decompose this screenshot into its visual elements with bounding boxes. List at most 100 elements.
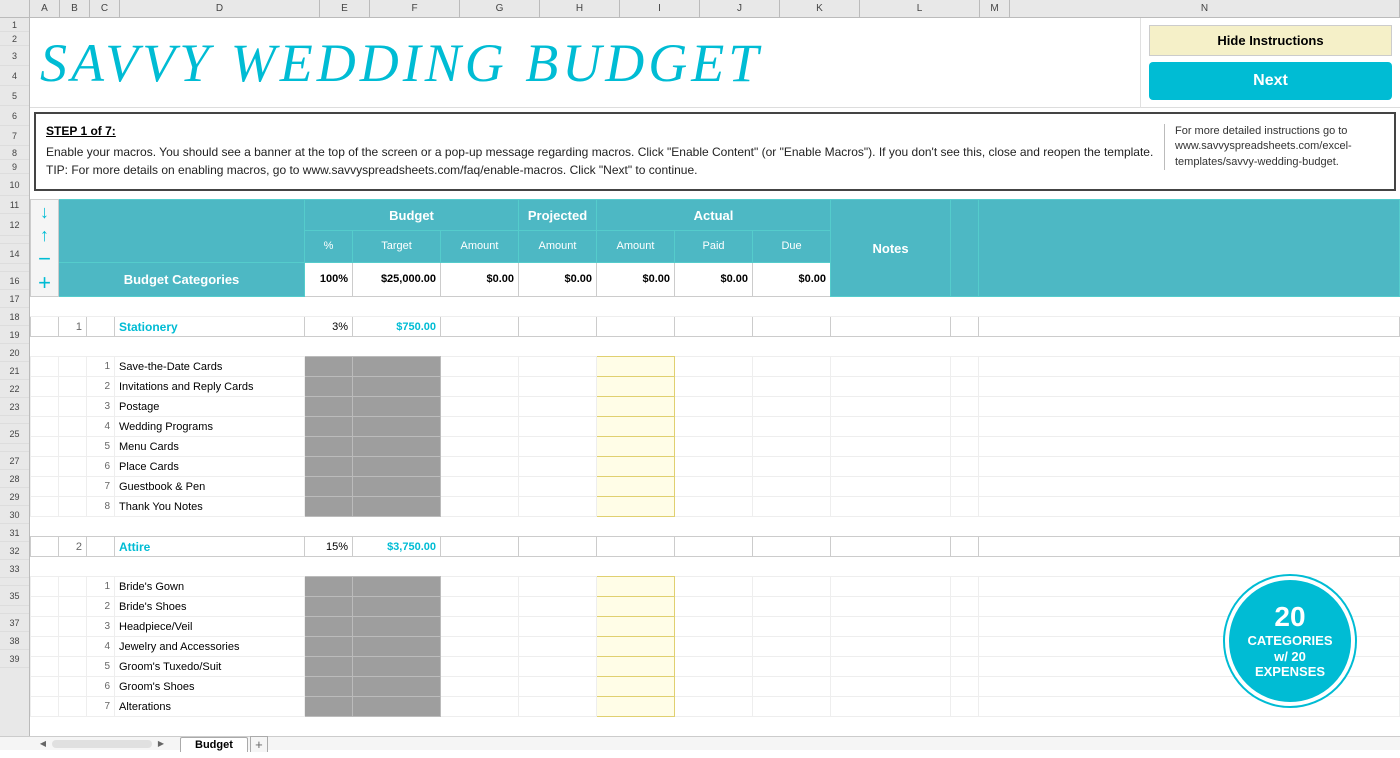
col-header-e: E xyxy=(320,0,370,17)
row-7: 7 xyxy=(0,126,29,146)
row-13 xyxy=(0,236,29,244)
item-row: 3 Headpiece/Veil xyxy=(31,617,1400,637)
projected-amount-subheader: Amount xyxy=(519,231,597,262)
col-n-empty xyxy=(979,200,1400,297)
col-header-n: N xyxy=(1010,0,1400,17)
paid-subheader: Paid xyxy=(675,231,753,262)
row-5: 5 xyxy=(0,86,29,106)
controls-cell: ↓ ↑ − + xyxy=(31,200,59,297)
cat2-target: $3,750.00 xyxy=(353,537,441,557)
cat1-due xyxy=(753,317,831,337)
instructions-side: For more detailed instructions go to www… xyxy=(1164,124,1384,170)
row-37: 37 xyxy=(0,614,29,632)
row-11: 11 xyxy=(0,196,29,214)
badge-number: 20 xyxy=(1274,602,1305,633)
total-budget-amount: $0.00 xyxy=(441,262,519,296)
scroll-left-arrow[interactable]: ◀ xyxy=(36,737,50,751)
notes-group-header: Notes xyxy=(831,200,951,297)
row-38: 38 xyxy=(0,632,29,650)
horizontal-scroll-track[interactable] xyxy=(52,740,152,748)
col-header-j: J xyxy=(700,0,780,17)
row-39: 39 xyxy=(0,650,29,668)
row-9: 9 xyxy=(0,160,29,174)
item-num: 5 xyxy=(87,657,115,677)
instructions-side-text: For more detailed instructions go to www… xyxy=(1175,124,1384,170)
total-target: $25,000.00 xyxy=(353,262,441,296)
row-14: 14 xyxy=(0,244,29,264)
col-header-b: B xyxy=(60,0,90,17)
row-25: 25 xyxy=(0,424,29,444)
scroll-right-arrow[interactable]: ▶ xyxy=(154,737,168,751)
total-pct: 100% xyxy=(305,262,353,296)
hide-instructions-button[interactable]: Hide Instructions xyxy=(1149,25,1392,56)
item-row: 4 Jewelry and Accessories xyxy=(31,637,1400,657)
instructions-body: Enable your macros. You should see a ban… xyxy=(46,143,1154,179)
app-title: SAVVY WEDDING BUDGET xyxy=(40,32,1130,94)
category-row-stationery: 1 Stationery 3% $750.00 xyxy=(31,317,1400,337)
total-paid: $0.00 xyxy=(675,262,753,296)
item-num: 2 xyxy=(87,597,115,617)
row-22: 22 xyxy=(0,380,29,398)
row-31: 31 xyxy=(0,524,29,542)
col-m-empty xyxy=(951,200,979,297)
col-header-h: H xyxy=(540,0,620,17)
add-tab-button[interactable]: + xyxy=(250,736,268,752)
col-header-i: I xyxy=(620,0,700,17)
up-arrow-icon[interactable]: ↑ xyxy=(40,225,49,246)
item-num: 1 xyxy=(87,357,115,377)
cat2-name-col xyxy=(87,537,115,557)
row-15 xyxy=(0,264,29,272)
cat1-pct: 3% xyxy=(305,317,353,337)
projected-group-header: Projected xyxy=(519,200,597,231)
item-name: Alterations xyxy=(115,697,305,717)
item-num: 4 xyxy=(87,417,115,437)
budget-group-header: Budget xyxy=(305,200,519,231)
minus-icon[interactable]: − xyxy=(38,248,51,270)
row-24 xyxy=(0,416,29,424)
row-35: 35 xyxy=(0,586,29,606)
item-name: Groom's Tuxedo/Suit xyxy=(115,657,305,677)
budget-categories-header-empty xyxy=(59,200,305,263)
item-num: 5 xyxy=(87,437,115,457)
plus-icon[interactable]: + xyxy=(38,272,51,294)
cat2-name: Attire xyxy=(115,537,305,557)
cat1-name: Stationery xyxy=(115,317,305,337)
col-header-c: C xyxy=(90,0,120,17)
item-name: Save-the-Date Cards xyxy=(115,357,305,377)
cat1-paid xyxy=(675,317,753,337)
tab-budget[interactable]: Budget xyxy=(180,737,248,752)
item-row: 8 Thank You Notes xyxy=(31,497,1400,517)
row-16: 16 xyxy=(0,272,29,290)
item-row: 6 Groom's Shoes xyxy=(31,677,1400,697)
item-num: 1 xyxy=(87,577,115,597)
row-12: 12 xyxy=(0,214,29,236)
row-20: 20 xyxy=(0,344,29,362)
actual-amount-subheader: Amount xyxy=(597,231,675,262)
item-name: Headpiece/Veil xyxy=(115,617,305,637)
item-name: Menu Cards xyxy=(115,437,305,457)
item-row: 5 Groom's Tuxedo/Suit xyxy=(31,657,1400,677)
item-row: 7 Alterations xyxy=(31,697,1400,717)
row-21: 21 xyxy=(0,362,29,380)
row-4: 4 xyxy=(0,66,29,86)
item-name: Bride's Shoes xyxy=(115,597,305,617)
item-row: 1 Save-the-Date Cards xyxy=(31,357,1400,377)
col-header-m: M xyxy=(980,0,1010,17)
item-name: Postage xyxy=(115,397,305,417)
item-row: 7 Guestbook & Pen xyxy=(31,477,1400,497)
row-2: 2 xyxy=(0,32,29,46)
row-27: 27 xyxy=(0,452,29,470)
badge-line1: CATEGORIES xyxy=(1248,633,1333,649)
down-arrow-icon[interactable]: ↓ xyxy=(40,202,49,223)
row-17: 17 xyxy=(0,290,29,308)
due-subheader: Due xyxy=(753,231,831,262)
total-actual-amount: $0.00 xyxy=(597,262,675,296)
col-header-g: G xyxy=(460,0,540,17)
item-row: 2 Invitations and Reply Cards xyxy=(31,377,1400,397)
col-header-d: D xyxy=(120,0,320,17)
row-8: 8 xyxy=(0,146,29,160)
category-row-attire: 2 Attire 15% $3,750.00 xyxy=(31,537,1400,557)
instructions-panel: STEP 1 of 7: Enable your macros. You sho… xyxy=(46,124,1154,179)
row-36 xyxy=(0,606,29,614)
next-button[interactable]: Next xyxy=(1149,62,1392,100)
